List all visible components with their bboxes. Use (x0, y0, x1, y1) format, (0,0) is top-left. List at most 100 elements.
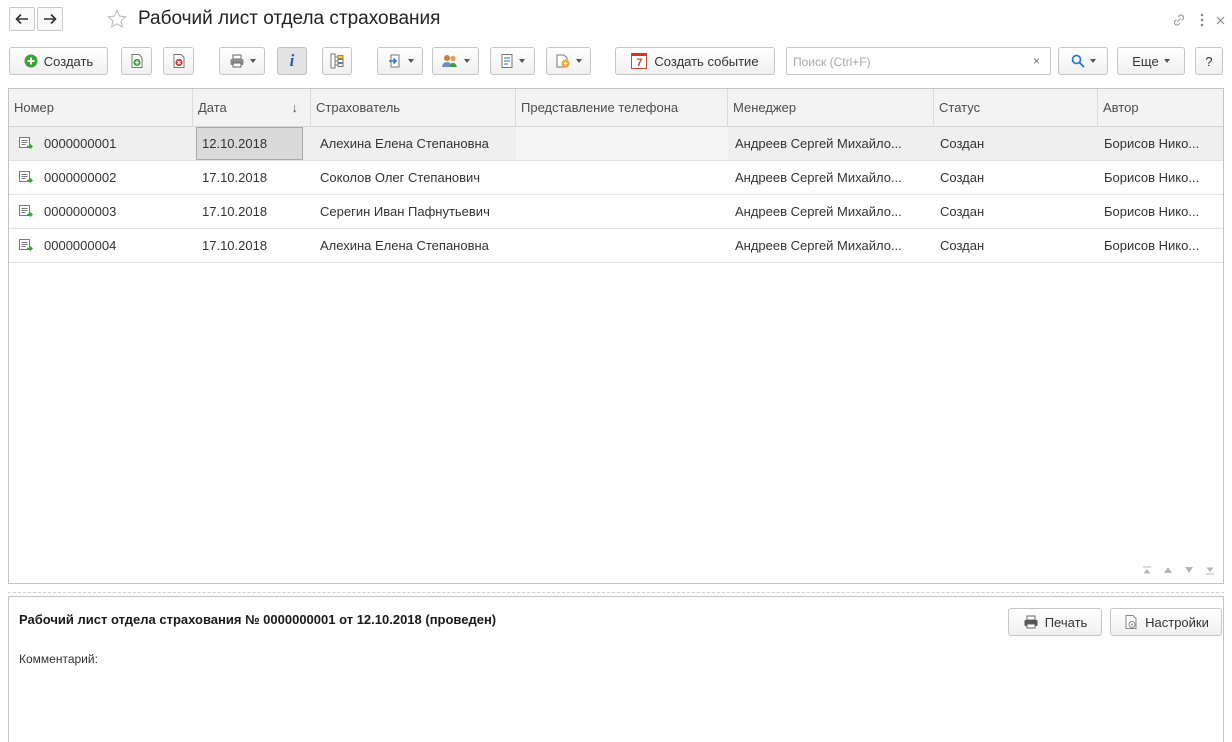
search-icon (1071, 54, 1085, 68)
cell-number: 0000000001 (44, 136, 117, 151)
cell-phone (520, 161, 726, 194)
link-icon (1173, 14, 1185, 26)
search-field[interactable]: × (786, 47, 1051, 75)
table-row[interactable]: 0000000001 12.10.2018 Алехина Елена Степ… (9, 127, 1223, 161)
arrow-left-icon (15, 13, 28, 25)
panel-splitter[interactable] (8, 592, 1224, 593)
cell-phone (520, 195, 726, 228)
forward-button[interactable] (37, 7, 63, 31)
table-row[interactable]: 0000000004 17.10.2018 Алехина Елена Степ… (9, 229, 1223, 263)
create-event-label: Создать событие (654, 53, 759, 69)
post-document-icon (131, 54, 142, 68)
cell-date: 17.10.2018 (202, 204, 268, 219)
cell-manager: Андреев Сергей Михайло... (735, 170, 902, 185)
structure-button[interactable] (322, 47, 352, 75)
posted-document-icon (19, 205, 33, 217)
document-preview-panel: Рабочий лист отдела страхования № 000000… (8, 596, 1224, 742)
printer-icon (230, 54, 243, 68)
create-based-on-button[interactable] (377, 47, 423, 75)
cell-insured: Алехина Елена Степановна (320, 238, 489, 253)
scroll-up-icon (1164, 567, 1172, 573)
create-event-button[interactable]: 7 Создать событие (615, 47, 775, 75)
print-button[interactable]: Печать (1008, 608, 1102, 636)
cell-status: Создан (940, 136, 985, 151)
column-header-phone[interactable]: Представление телефона (516, 89, 728, 127)
column-header-status[interactable]: Статус (934, 89, 1098, 127)
page-title: Рабочий лист отдела страхования (138, 8, 441, 29)
search-input[interactable] (793, 52, 1023, 71)
posted-document-icon (19, 171, 33, 183)
unpost-document-button[interactable] (163, 47, 194, 75)
create-button[interactable]: Создать (9, 47, 108, 75)
scroll-up-button[interactable] (1161, 563, 1175, 577)
cell-author: Борисов Нико... (1104, 136, 1200, 151)
documents-table: Номер Дата ↓ Страхователь Представление … (8, 88, 1224, 584)
comment-label: Комментарий: (19, 652, 98, 666)
clear-search-icon[interactable]: × (1033, 54, 1040, 68)
settings-button-label: Настройки (1145, 614, 1209, 630)
chevron-down-icon (464, 59, 470, 63)
scroll-down-icon (1185, 567, 1193, 573)
scroll-to-top-button[interactable] (1140, 563, 1154, 577)
back-button[interactable] (9, 7, 35, 31)
close-button[interactable] (1212, 10, 1228, 30)
more-button-label: Еще (1132, 53, 1159, 69)
cell-phone (520, 229, 726, 262)
column-header-date[interactable]: Дата ↓ (193, 89, 311, 127)
cell-number: 0000000003 (44, 204, 117, 219)
scroll-down-button[interactable] (1182, 563, 1196, 577)
chevron-down-icon (249, 59, 256, 63)
column-header-number[interactable]: Номер (9, 89, 193, 127)
info-button[interactable]: i (277, 47, 307, 75)
chevron-down-icon (519, 59, 525, 63)
cell-manager: Андреев Сергей Михайло... (735, 136, 902, 151)
cell-manager: Андреев Сергей Михайло... (735, 204, 902, 219)
cell-manager: Андреев Сергей Михайло... (735, 238, 902, 253)
post-document-button[interactable] (121, 47, 152, 75)
print-menu-button[interactable] (219, 47, 265, 75)
cell-author: Борисов Нико... (1104, 204, 1200, 219)
settings-button[interactable]: Настройки (1110, 608, 1222, 636)
scroll-to-bottom-button[interactable] (1203, 563, 1217, 577)
preview-title: Рабочий лист отдела страхования № 000000… (19, 612, 497, 627)
close-icon (1216, 16, 1224, 24)
more-actions-button[interactable] (1194, 10, 1210, 30)
help-button[interactable]: ? (1195, 47, 1223, 75)
cell-date: 12.10.2018 (196, 127, 303, 160)
help-icon: ? (1205, 53, 1213, 69)
reports-menu-button[interactable] (490, 47, 535, 75)
cell-insured: Серегин Иван Пафнутьевич (320, 204, 490, 219)
report-icon (501, 54, 513, 68)
more-button[interactable]: Еще (1117, 47, 1185, 75)
related-docs-menu-button[interactable] (546, 47, 591, 75)
unpost-document-icon (173, 54, 184, 68)
hierarchy-icon (330, 53, 344, 69)
printer-icon (1024, 615, 1038, 629)
cell-status: Создан (940, 204, 985, 219)
chevron-down-icon (576, 59, 582, 63)
column-header-insured[interactable]: Страхователь (311, 89, 516, 127)
plus-circle-icon (24, 54, 38, 68)
command-bar: Создать i 7 Создать событие Поиск (Ctrl+… (0, 47, 1232, 77)
create-based-on-icon (388, 54, 399, 68)
title-bar: Рабочий лист отдела страхования (0, 0, 1232, 40)
cell-insured: Соколов Олег Степанович (320, 170, 481, 185)
users-menu-button[interactable] (432, 47, 479, 75)
more-vertical-icon (1200, 13, 1204, 27)
chevron-down-icon (407, 59, 414, 63)
table-header: Номер Дата ↓ Страхователь Представление … (9, 89, 1223, 127)
search-options-button[interactable] (1058, 47, 1108, 75)
calendar-icon: 7 (631, 53, 648, 69)
print-button-label: Печать (1044, 614, 1088, 630)
link-button[interactable] (1168, 10, 1190, 30)
related-documents-icon (556, 54, 570, 68)
cell-status: Создан (940, 170, 985, 185)
column-header-author[interactable]: Автор (1098, 89, 1223, 127)
table-row[interactable]: 0000000003 17.10.2018 Серегин Иван Пафну… (9, 195, 1223, 229)
arrow-right-icon (44, 13, 57, 25)
cell-author: Борисов Нико... (1104, 170, 1200, 185)
table-row[interactable]: 0000000002 17.10.2018 Соколов Олег Степа… (9, 161, 1223, 195)
users-icon (442, 55, 457, 67)
star-icon[interactable] (106, 8, 128, 30)
column-header-manager[interactable]: Менеджер (728, 89, 934, 127)
